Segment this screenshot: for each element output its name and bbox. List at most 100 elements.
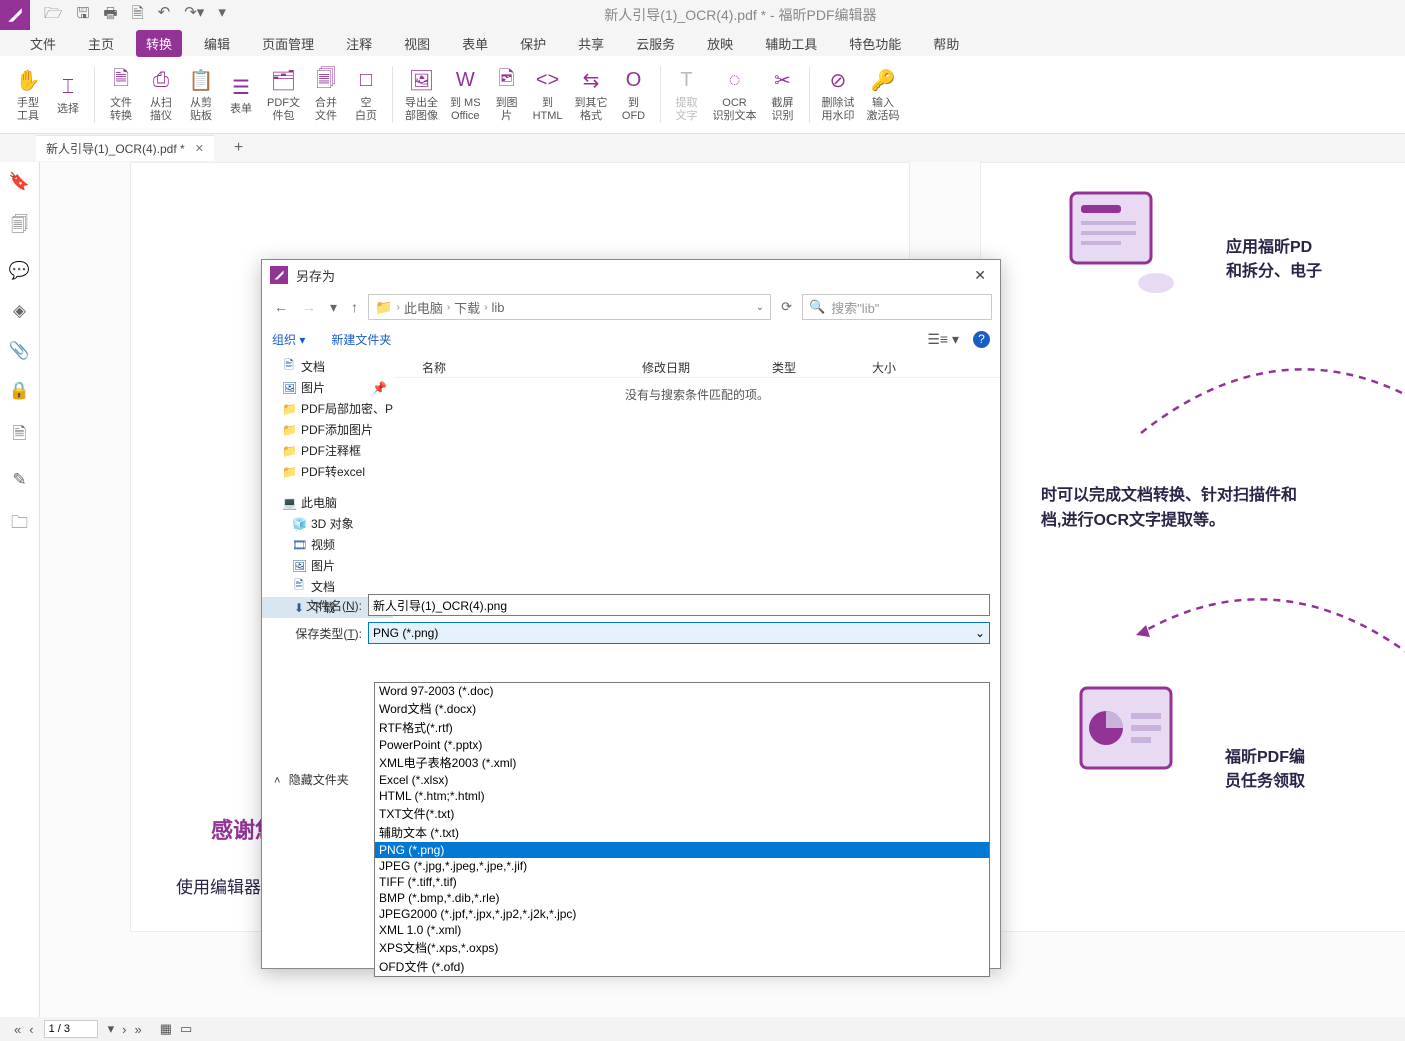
undo-icon[interactable]: ↶: [158, 3, 171, 28]
tree-item-图片[interactable]: 🖼图片: [262, 555, 393, 576]
filetype-option[interactable]: TXT文件(*.txt): [375, 804, 989, 823]
tree-item-PDF局部加密、P[interactable]: 📁PDF局部加密、P: [262, 398, 393, 419]
back-button[interactable]: ←: [270, 295, 292, 319]
tree-item-视频[interactable]: 🎞视频: [262, 534, 393, 555]
new-folder-button[interactable]: 新建文件夹: [331, 331, 391, 348]
tree-item-图片[interactable]: 🖼图片📌: [262, 377, 393, 398]
tree-item-PDF转excel[interactable]: 📁PDF转excel: [262, 461, 393, 482]
rail-icon[interactable]: ◈: [13, 301, 26, 321]
filetype-option[interactable]: BMP (*.bmp,*.dib,*.rle): [375, 890, 989, 906]
last-page-button[interactable]: »: [134, 1022, 141, 1037]
path-dropdown-icon[interactable]: ⌄: [756, 302, 764, 313]
single-view-icon[interactable]: ▭: [180, 1021, 192, 1037]
tree-item-文档[interactable]: 🖹文档: [262, 356, 393, 377]
rail-icon[interactable]: 🔒: [9, 381, 30, 401]
menu-特色功能[interactable]: 特色功能: [839, 30, 911, 57]
menu-视图[interactable]: 视图: [394, 30, 440, 57]
filetype-option[interactable]: XML 1.0 (*.xml): [375, 922, 989, 938]
col-size[interactable]: 大小: [864, 356, 944, 377]
tree-item-PDF注释框[interactable]: 📁PDF注释框: [262, 440, 393, 461]
ribbon-删除试用水印[interactable]: ⊘删除试 用水印: [816, 60, 861, 129]
path-bar[interactable]: 📁 › 此电脑 › 下载 › lib ⌄: [368, 294, 771, 320]
close-tab-icon[interactable]: ✕: [195, 142, 204, 155]
refresh-button[interactable]: ⟳: [777, 295, 796, 319]
rail-icon[interactable]: 🗎: [13, 421, 27, 450]
menu-转换[interactable]: 转换: [136, 30, 182, 57]
filetype-option[interactable]: JPEG2000 (*.jpf,*.jpx,*.jp2,*.j2k,*.jpc): [375, 906, 989, 922]
breadcrumb[interactable]: lib: [492, 300, 505, 315]
filetype-option[interactable]: TIFF (*.tiff,*.tif): [375, 874, 989, 890]
ribbon-OCR识别文本[interactable]: ◌OCR 识别文本: [707, 60, 763, 129]
tree-item-3D 对象[interactable]: 🧊3D 对象: [262, 513, 393, 534]
history-dropdown[interactable]: ▾: [326, 295, 341, 320]
search-input[interactable]: 🔍 搜索"lib": [802, 294, 992, 320]
qat-more-icon[interactable]: ▾: [218, 3, 226, 28]
ribbon-到 MSOffice[interactable]: W到 MS Office: [444, 60, 487, 129]
help-button[interactable]: ?: [973, 331, 990, 348]
ribbon-合并文件[interactable]: 🗐合并 文件: [306, 60, 346, 129]
ribbon-选择[interactable]: ⌶选择: [48, 60, 88, 129]
menu-辅助工具[interactable]: 辅助工具: [755, 30, 827, 57]
menu-编辑[interactable]: 编辑: [194, 30, 240, 57]
breadcrumb[interactable]: 此电脑: [404, 298, 443, 317]
filetype-option[interactable]: RTF格式(*.rtf): [375, 718, 989, 737]
filename-input[interactable]: [368, 594, 990, 616]
print-icon[interactable]: 🖶: [103, 3, 117, 28]
filetype-option[interactable]: OFD文件 (*.ofd): [375, 957, 989, 976]
new-tab-button[interactable]: +: [234, 139, 243, 157]
ribbon-从扫描仪[interactable]: ⎙从扫 描仪: [141, 60, 181, 129]
view-button[interactable]: ☰≡ ▾: [927, 331, 959, 348]
prev-page-button[interactable]: ‹: [29, 1022, 33, 1037]
menu-共享[interactable]: 共享: [568, 30, 614, 57]
thumb-view-icon[interactable]: ▦: [160, 1021, 172, 1037]
hide-folders-button[interactable]: ˄ 隐藏文件夹: [274, 771, 349, 788]
menu-云服务[interactable]: 云服务: [626, 30, 685, 57]
organize-button[interactable]: 组织 ▾: [272, 331, 305, 348]
menu-文件[interactable]: 文件: [20, 30, 66, 57]
menu-页面管理[interactable]: 页面管理: [252, 30, 324, 57]
menu-保护[interactable]: 保护: [510, 30, 556, 57]
filetype-combobox[interactable]: PNG (*.png) ⌄: [368, 622, 990, 644]
rail-icon[interactable]: ✎: [12, 470, 26, 490]
rail-icon[interactable]: 🔖: [9, 172, 30, 192]
filetype-option[interactable]: PowerPoint (*.pptx): [375, 737, 989, 753]
rail-icon[interactable]: 🗐: [11, 212, 28, 241]
rail-icon[interactable]: 📎: [9, 341, 30, 361]
filetype-option[interactable]: JPEG (*.jpg,*.jpeg,*.jpe,*.jif): [375, 858, 989, 874]
next-page-button[interactable]: ›: [122, 1022, 126, 1037]
page-icon[interactable]: 🗎: [132, 3, 144, 28]
ribbon-截屏识别[interactable]: ✂截屏 识别: [763, 60, 803, 129]
ribbon-PDF文件包[interactable]: 🗂PDF文 件包: [261, 60, 306, 129]
breadcrumb[interactable]: 下载: [454, 298, 480, 317]
filetype-option[interactable]: Word 97-2003 (*.doc): [375, 683, 989, 699]
first-page-button[interactable]: «: [14, 1022, 21, 1037]
filetype-option[interactable]: PNG (*.png): [375, 842, 989, 858]
ribbon-手型工具[interactable]: ✋手型 工具: [8, 60, 48, 129]
col-modified[interactable]: 修改日期: [634, 356, 764, 377]
menu-主页[interactable]: 主页: [78, 30, 124, 57]
page-dropdown[interactable]: ▾: [108, 1021, 115, 1037]
tree-item-PDF添加图片[interactable]: 📁PDF添加图片: [262, 419, 393, 440]
rail-icon[interactable]: 🗀: [11, 510, 28, 539]
ribbon-输入激活码[interactable]: 🔑输入 激活码: [861, 60, 906, 129]
filetype-option[interactable]: 辅助文本 (*.txt): [375, 823, 989, 842]
rail-icon[interactable]: 💬: [9, 261, 30, 281]
filetype-option[interactable]: XPS文档(*.xps,*.oxps): [375, 938, 989, 957]
menu-放映[interactable]: 放映: [697, 30, 743, 57]
menu-注释[interactable]: 注释: [336, 30, 382, 57]
menu-帮助[interactable]: 帮助: [923, 30, 969, 57]
save-icon[interactable]: 🖫: [77, 3, 90, 28]
page-input[interactable]: [44, 1020, 98, 1038]
up-button[interactable]: ↑: [347, 295, 362, 319]
close-icon[interactable]: ✕: [968, 265, 992, 286]
filetype-option[interactable]: XML电子表格2003 (*.xml): [375, 753, 989, 772]
menu-表单[interactable]: 表单: [452, 30, 498, 57]
ribbon-文件转换[interactable]: 🗎文件 转换: [101, 60, 141, 129]
open-icon[interactable]: 🗁: [44, 3, 63, 28]
ribbon-到图片[interactable]: 🖻到图 片: [487, 60, 527, 129]
ribbon-到HTML[interactable]: <>到 HTML: [527, 60, 569, 129]
filetype-option[interactable]: HTML (*.htm;*.html): [375, 788, 989, 804]
tree-item-此电脑[interactable]: 💻此电脑: [262, 492, 393, 513]
filetype-option[interactable]: Excel (*.xlsx): [375, 772, 989, 788]
col-name[interactable]: 名称: [414, 356, 634, 377]
